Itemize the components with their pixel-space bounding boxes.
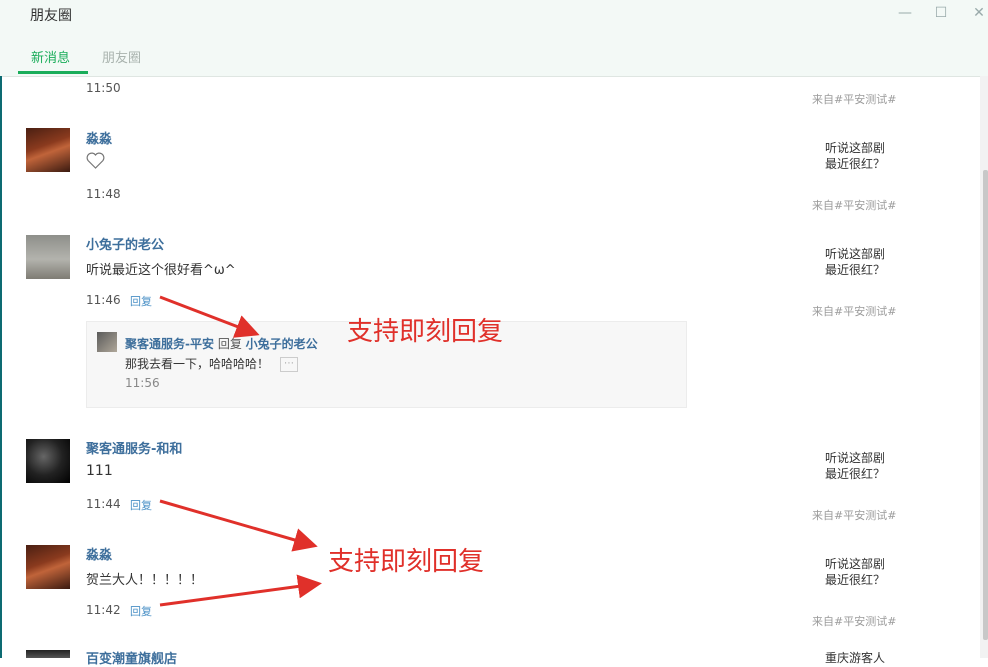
arrow-2 (159, 499, 318, 552)
arrow-1 (159, 295, 260, 338)
annotation-arrows (159, 295, 322, 607)
arrow-3 (159, 574, 322, 607)
